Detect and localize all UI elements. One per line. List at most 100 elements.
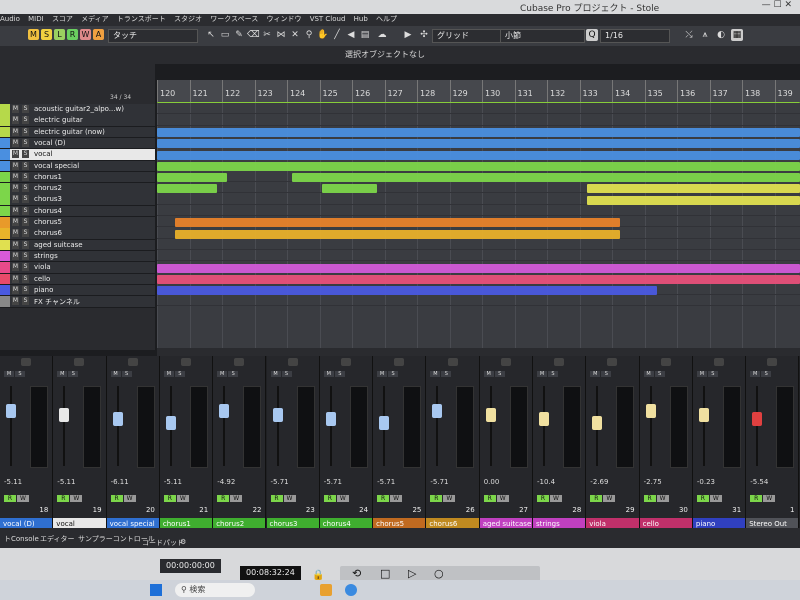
track-row[interactable]: M Svocal special: [0, 160, 155, 172]
volume-readout[interactable]: -0.23: [697, 478, 715, 486]
write-automation-button[interactable]: W: [603, 495, 616, 502]
track-row[interactable]: M Selectric guitar: [0, 115, 155, 127]
pan-knob[interactable]: [714, 358, 725, 366]
track-name[interactable]: chorus2: [34, 184, 62, 192]
volume-readout[interactable]: -5.71: [271, 478, 289, 486]
track-mute-button[interactable]: M: [12, 285, 19, 294]
comp-tool-icon[interactable]: ▤: [359, 29, 371, 41]
track-mute-button[interactable]: M: [12, 297, 19, 306]
audio-event[interactable]: [587, 184, 800, 194]
audio-event[interactable]: [157, 286, 657, 296]
volume-readout[interactable]: -6.11: [111, 478, 129, 486]
read-automation-button[interactable]: R: [163, 495, 176, 502]
explorer-icon[interactable]: [320, 584, 332, 596]
track-row[interactable]: M Selectric guitar (now): [0, 126, 155, 139]
read-automation-button[interactable]: R: [590, 495, 603, 502]
track-name[interactable]: acoustic guitar2_alpo...w): [34, 105, 124, 113]
track-solo-button[interactable]: S: [22, 218, 29, 226]
track-solo-button[interactable]: S: [22, 172, 29, 181]
volume-fader[interactable]: [432, 404, 443, 418]
volume-fader[interactable]: [645, 404, 656, 418]
track-row[interactable]: M Schorus3: [0, 194, 155, 206]
pan-knob[interactable]: [234, 358, 245, 366]
mute-button[interactable]: M: [217, 371, 228, 377]
pan-knob[interactable]: [607, 358, 618, 366]
solo-button[interactable]: S: [441, 371, 452, 377]
range-tool-icon[interactable]: ▭: [219, 29, 231, 41]
volume-fader[interactable]: [165, 416, 176, 430]
read-automation-button[interactable]: R: [4, 495, 16, 502]
glue-tool-icon[interactable]: ⋈: [275, 29, 287, 41]
volume-fader[interactable]: [485, 408, 496, 422]
solo-button[interactable]: S: [174, 371, 185, 377]
audio-event[interactable]: [157, 139, 800, 149]
track-mute-button[interactable]: M: [12, 116, 19, 125]
track-solo-button[interactable]: S: [22, 161, 29, 170]
track-mute-button[interactable]: M: [12, 251, 19, 260]
track-name[interactable]: FX チャンネル: [34, 297, 80, 307]
pan-knob[interactable]: [500, 358, 511, 366]
volume-readout[interactable]: -5.54: [750, 478, 768, 486]
record-button[interactable]: ○: [434, 567, 444, 580]
track-mute-button[interactable]: M: [12, 240, 19, 249]
write-automation-button[interactable]: W: [496, 495, 509, 502]
mute-mode-button[interactable]: M: [28, 29, 39, 40]
mute-tool-icon[interactable]: ✕: [289, 29, 301, 41]
audio-event[interactable]: [157, 102, 800, 103]
track-solo-button[interactable]: S: [22, 105, 29, 113]
track-name[interactable]: cello: [34, 275, 50, 283]
solo-button[interactable]: S: [68, 371, 79, 377]
volume-readout[interactable]: 0.00: [484, 478, 500, 486]
read-automation-button[interactable]: R: [270, 495, 283, 502]
track-row[interactable]: M Sacoustic guitar2_alpo...w): [0, 104, 155, 116]
audio-event[interactable]: [292, 173, 800, 183]
mute-button[interactable]: M: [750, 371, 761, 377]
volume-fader[interactable]: [698, 408, 709, 422]
mute-button[interactable]: M: [643, 371, 654, 377]
track-row[interactable]: M Scello: [0, 273, 155, 285]
track-name[interactable]: electric guitar (now): [34, 128, 105, 136]
listen-mode-button[interactable]: L: [54, 29, 65, 40]
track-solo-button[interactable]: S: [22, 127, 29, 136]
grid-type-select[interactable]: 小節: [500, 29, 585, 43]
track-solo-button[interactable]: S: [22, 285, 29, 294]
audio-event[interactable]: [157, 127, 800, 137]
track-name[interactable]: chorus6: [34, 229, 62, 237]
track-solo-button[interactable]: S: [22, 116, 29, 125]
eraser-tool-icon[interactable]: ⌫: [247, 29, 260, 41]
tab-editor[interactable]: エディター: [40, 534, 75, 544]
volume-fader[interactable]: [219, 404, 230, 418]
speaker-icon[interactable]: ☁: [376, 29, 388, 41]
track-solo-button[interactable]: S: [22, 195, 29, 204]
mute-button[interactable]: M: [4, 371, 14, 377]
audio-event[interactable]: [175, 229, 620, 239]
pan-knob[interactable]: [74, 358, 85, 366]
arrange-window[interactable]: [157, 102, 800, 352]
pan-knob[interactable]: [447, 358, 458, 366]
write-automation-button[interactable]: W: [336, 495, 349, 502]
track-solo-button[interactable]: S: [22, 150, 29, 159]
solo-button[interactable]: S: [15, 371, 25, 377]
audio-event[interactable]: [157, 173, 227, 183]
volume-readout[interactable]: -5.11: [164, 478, 182, 486]
tab-mixconsole[interactable]: トConsole: [4, 534, 39, 544]
volume-readout[interactable]: -5.71: [430, 478, 448, 486]
track-name[interactable]: vocal special: [34, 162, 79, 170]
pan-knob[interactable]: [660, 358, 671, 366]
solo-button[interactable]: S: [601, 371, 612, 377]
track-mute-button[interactable]: M: [12, 105, 19, 113]
volume-readout[interactable]: -5.11: [4, 478, 22, 486]
track-solo-button[interactable]: S: [22, 206, 29, 215]
gear-icon[interactable]: ⚙: [180, 538, 186, 546]
pan-knob[interactable]: [554, 358, 565, 366]
track-mute-button[interactable]: M: [12, 161, 19, 170]
line-tool-icon[interactable]: ╱: [331, 29, 343, 41]
track-name[interactable]: chorus3: [34, 195, 62, 203]
mute-button[interactable]: M: [323, 371, 334, 377]
menu-item[interactable]: MIDI: [28, 15, 44, 23]
play-button[interactable]: ▷: [408, 567, 416, 580]
pointer-tool-icon[interactable]: ↖: [205, 29, 217, 41]
color-icon[interactable]: ◐: [715, 29, 727, 41]
audio-event[interactable]: [587, 195, 800, 205]
track-mute-button[interactable]: M: [12, 263, 19, 272]
